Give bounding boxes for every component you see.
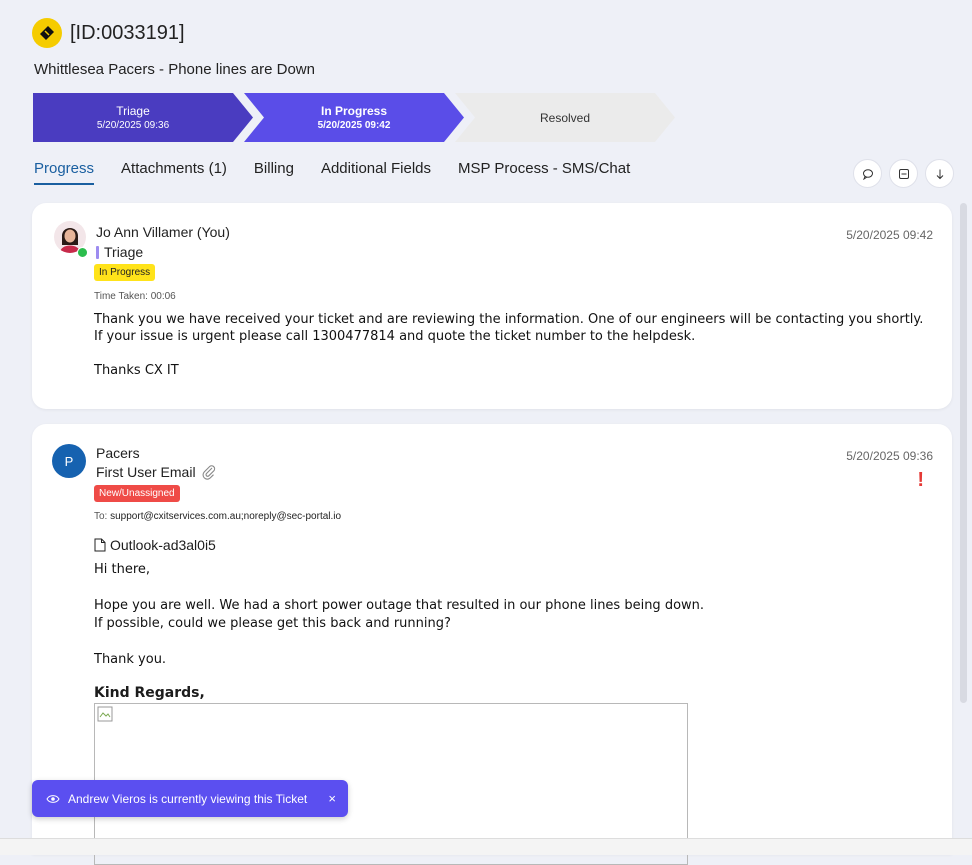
progress-entry: Jo Ann Villamer (You) Triage In Progress… — [32, 203, 952, 409]
entry-body: Hi there, Hope you are well. We had a sh… — [94, 561, 704, 669]
body-line: Thanks CX IT — [94, 363, 179, 378]
tab-bar: Progress Attachments (1) Billing Additio… — [34, 160, 630, 185]
stage-name: Triage — [116, 104, 150, 118]
broken-image-icon — [97, 706, 113, 722]
body-line: Hope you are well. We had a short power … — [94, 598, 705, 613]
stage-marker — [96, 245, 99, 259]
comment-icon — [862, 168, 873, 180]
stage-date: 5/20/2025 09:36 — [96, 120, 170, 131]
avatar: P — [52, 444, 86, 478]
collapse-button[interactable] — [889, 159, 918, 188]
entry-timestamp: 5/20/2025 09:36 — [846, 449, 933, 463]
entry-stage: Triage — [96, 244, 143, 260]
email-recipients: To: support@cxitservices.com.au;noreply@… — [94, 511, 341, 522]
to-value: support@cxitservices.com.au;noreply@sec-… — [110, 511, 342, 522]
comment-button[interactable] — [853, 159, 882, 188]
stage-in-progress[interactable]: In Progress 5/20/2025 09:42 — [244, 93, 464, 142]
attachment-link[interactable]: Outlook-ad3al0i5 — [94, 537, 216, 553]
body-line: Thank you. — [94, 652, 167, 667]
online-status-icon — [77, 247, 88, 258]
ticket-icon — [32, 18, 62, 48]
stage-name: In Progress — [320, 104, 388, 118]
body-line: If your issue is urgent please call 1300… — [94, 329, 696, 344]
entry-timestamp: 5/20/2025 09:42 — [846, 228, 933, 242]
stage-date: 5/20/2025 09:42 — [317, 120, 391, 131]
tab-billing[interactable]: Billing — [254, 160, 294, 185]
toast-message: Andrew Vieros is currently viewing this … — [68, 791, 308, 806]
bottom-bar — [0, 838, 972, 855]
collapse-icon — [898, 168, 909, 179]
email-signature: Kind Regards, — [94, 685, 205, 701]
body-line — [94, 633, 704, 651]
tab-attachments[interactable]: Attachments (1) — [121, 160, 227, 185]
stage-progress: Triage 5/20/2025 09:36 In Progress 5/20/… — [33, 93, 678, 142]
paperclip-icon — [202, 465, 215, 480]
to-label: To: — [94, 511, 108, 522]
ticket-subject: Whittlesea Pacers - Phone lines are Down — [34, 61, 315, 78]
entry-author: Jo Ann Villamer (You) — [96, 224, 230, 240]
body-line — [94, 579, 704, 597]
viewing-toast: Andrew Vieros is currently viewing this … — [32, 780, 348, 817]
entry-stage-label: Triage — [104, 244, 144, 260]
tab-msp-process[interactable]: MSP Process - SMS/Chat — [458, 160, 630, 185]
entry-title: First User Email — [96, 464, 217, 480]
stage-resolved[interactable]: Resolved — [455, 93, 675, 142]
priority-icon: ! — [917, 469, 924, 491]
file-icon — [94, 538, 106, 552]
tab-progress[interactable]: Progress — [34, 160, 95, 185]
body-line: Hi there, — [94, 562, 151, 577]
entry-author: Pacers — [96, 445, 140, 461]
eye-icon — [46, 794, 60, 804]
body-line: If possible, could we please get this ba… — [94, 616, 451, 631]
tab-additional-fields[interactable]: Additional Fields — [321, 160, 431, 185]
status-badge: In Progress — [94, 264, 156, 281]
body-line — [94, 345, 923, 362]
scrollbar[interactable] — [960, 203, 967, 703]
body-line: Thank you we have received your ticket a… — [94, 312, 924, 327]
ticket-header: [ID:0033191] — [32, 18, 185, 48]
stage-triage[interactable]: Triage 5/20/2025 09:36 — [33, 93, 253, 142]
ticket-id: [ID:0033191] — [70, 21, 185, 44]
time-taken: Time Taken: 00:06 — [94, 291, 176, 302]
stage-name: Resolved — [539, 110, 591, 125]
entry-body: Thank you we have received your ticket a… — [94, 311, 923, 379]
scroll-down-button[interactable] — [925, 159, 954, 188]
action-buttons — [853, 159, 954, 188]
arrow-down-icon — [936, 169, 943, 179]
entry-title-label: First User Email — [96, 464, 196, 480]
attachment-name: Outlook-ad3al0i5 — [110, 537, 216, 553]
close-icon[interactable]: × — [328, 791, 336, 806]
status-badge: New/Unassigned — [94, 485, 180, 502]
